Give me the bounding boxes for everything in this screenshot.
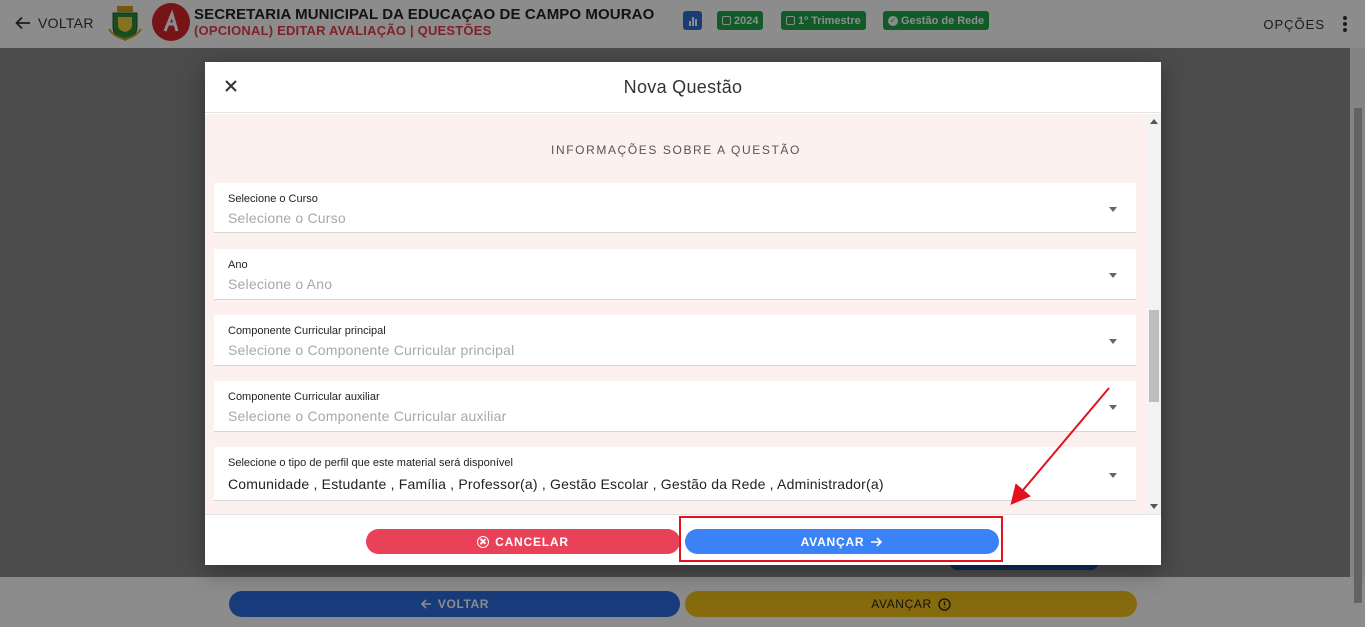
modal-body: INFORMAÇÕES SOBRE A QUESTÃO Selecione o …	[205, 114, 1161, 514]
scroll-down-icon[interactable]	[1150, 504, 1158, 509]
modal-title: Nova Questão	[623, 77, 743, 97]
section-title: INFORMAÇÕES SOBRE A QUESTÃO	[551, 143, 801, 157]
profile-type-select[interactable]: Selecione o tipo de perfil que este mate…	[214, 447, 1136, 501]
chevron-down-icon	[1109, 339, 1117, 344]
new-question-modal: Nova Questão INFORMAÇÕES SOBRE A QUESTÃO…	[205, 62, 1161, 565]
modal-scrollbar-thumb[interactable]	[1149, 310, 1159, 402]
modal-scrollbar[interactable]	[1147, 114, 1161, 514]
year-select[interactable]: Ano Selecione o Ano	[214, 249, 1136, 300]
chevron-down-icon	[1109, 473, 1117, 478]
course-select[interactable]: Selecione o Curso Selecione o Curso	[214, 183, 1136, 233]
main-curricular-select[interactable]: Componente Curricular principal Selecion…	[214, 315, 1136, 366]
aux-curricular-select[interactable]: Componente Curricular auxiliar Selecione…	[214, 381, 1136, 432]
chevron-down-icon	[1109, 405, 1117, 410]
annotation-highlight-box	[679, 516, 1003, 562]
scroll-up-icon[interactable]	[1150, 119, 1158, 124]
modal-header: Nova Questão	[205, 62, 1161, 113]
cancel-button[interactable]: CANCELAR	[366, 529, 680, 554]
close-circle-icon	[477, 535, 490, 548]
chevron-down-icon	[1109, 207, 1117, 212]
chevron-down-icon	[1109, 273, 1117, 278]
